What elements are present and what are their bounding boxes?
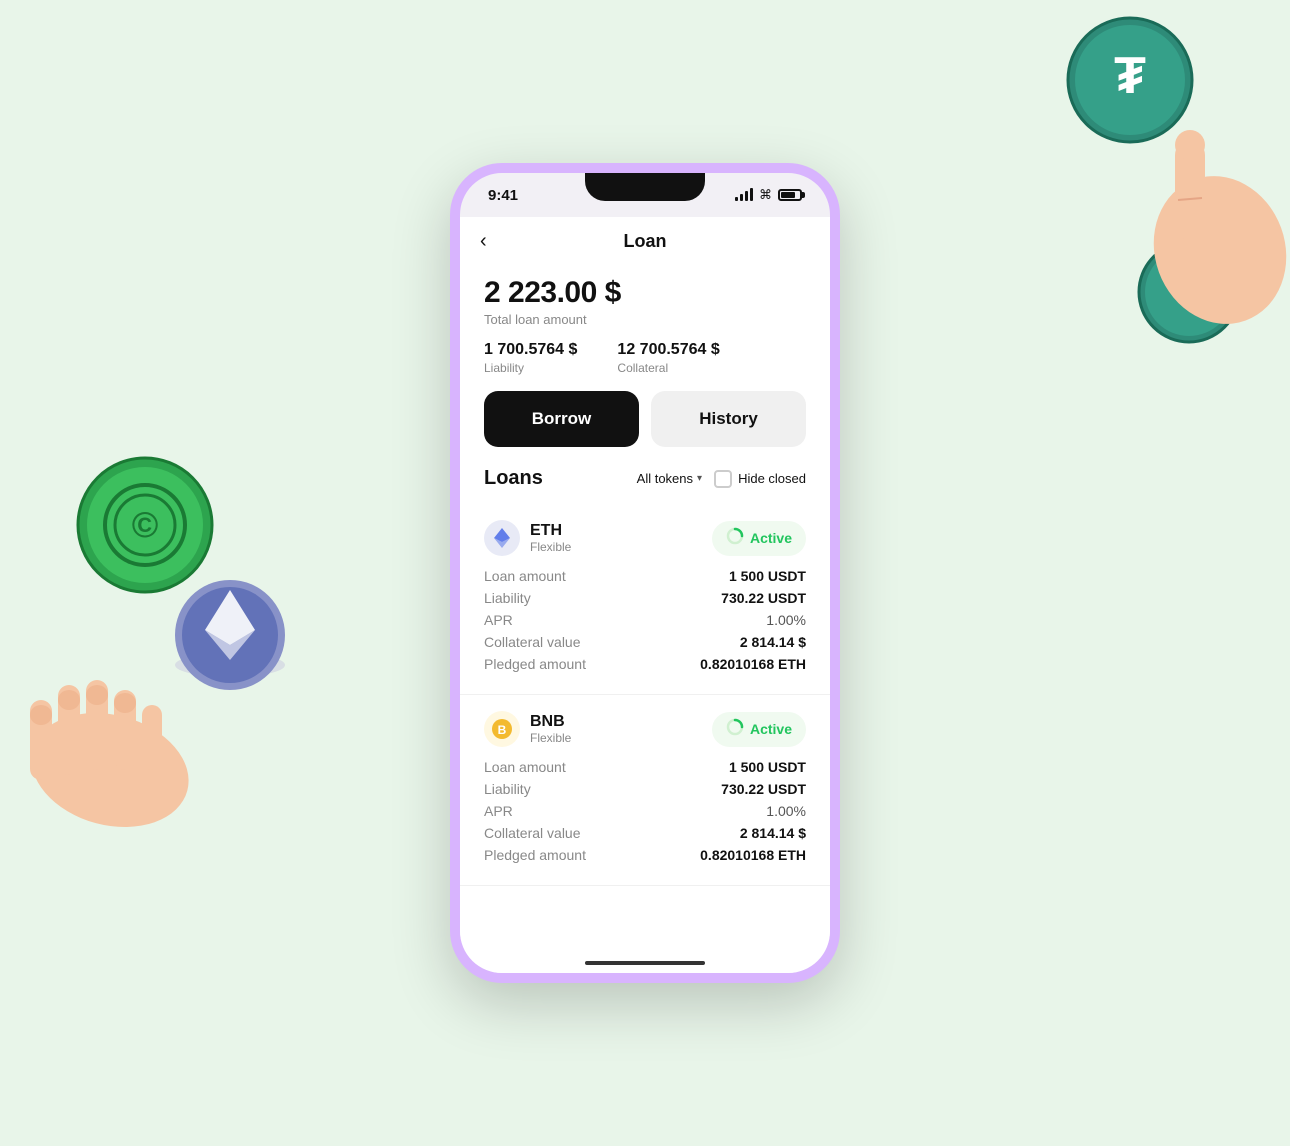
detail-row: Collateral value 2 814.14 $ [484,825,806,841]
detail-value: 730.22 USDT [721,781,806,797]
total-label: Total loan amount [484,312,806,327]
detail-key: Collateral value [484,634,581,650]
status-label: Active [750,530,792,546]
token-details: BNB Flexible [530,713,571,745]
collateral-value: 12 700.5764 $ [617,341,719,359]
history-tab[interactable]: History [651,391,806,447]
signal-icon [735,189,753,201]
token-icon [484,520,520,556]
borrow-tab[interactable]: Borrow [484,391,639,447]
liability-value: 1 700.5764 $ [484,341,577,359]
hide-closed-group: Hide closed [714,470,806,488]
detail-key: Collateral value [484,825,581,841]
loan-cards-container: ETH Flexible Active Loan amount 1 500 US… [460,504,830,886]
detail-value: 730.22 USDT [721,590,806,606]
filter-group: All tokens ▾ Hide closed [637,470,806,488]
collateral-stat: 12 700.5764 $ Collateral [617,341,719,375]
detail-row: Pledged amount 0.82010168 ETH [484,847,806,863]
phone-frame: 9:41 ⌘ ‹ Loan [450,163,840,983]
token-type: Flexible [530,731,571,745]
loan-card[interactable]: B BNB Flexible Active Loan amount 1 500 … [460,695,830,886]
detail-value: 2 814.14 $ [740,825,806,841]
wifi-icon: ⌘ [759,187,772,203]
detail-key: Liability [484,781,531,797]
token-name: BNB [530,713,571,731]
token-type: Flexible [530,540,571,554]
token-icon: B [484,711,520,747]
liability-label: Liability [484,361,577,375]
detail-key: Loan amount [484,568,566,584]
status-time: 9:41 [488,187,518,204]
detail-value: 2 814.14 $ [740,634,806,650]
detail-value: 1.00% [766,612,806,628]
svg-text:©: © [132,504,159,545]
tether-coin-top: ₮ [1065,15,1195,145]
detail-key: Loan amount [484,759,566,775]
detail-value: 0.82010168 ETH [700,656,806,672]
hide-closed-checkbox[interactable] [714,470,732,488]
token-details: ETH Flexible [530,522,571,554]
detail-row: Collateral value 2 814.14 $ [484,634,806,650]
hand-left [0,640,250,840]
all-tokens-label: All tokens [637,471,693,486]
detail-key: APR [484,803,513,819]
detail-row: APR 1.00% [484,612,806,628]
green-coin: © [75,455,215,595]
phone-wrapper: 9:41 ⌘ ‹ Loan [450,163,840,983]
detail-value: 1 500 USDT [729,759,806,775]
back-button[interactable]: ‹ [480,230,487,253]
loans-title: Loans [484,467,543,490]
screen-content: ‹ Loan 2 223.00 $ Total loan amount 1 70… [460,217,830,973]
status-spinner-icon [726,718,744,741]
eth-coin-stack [165,570,295,680]
status-spinner-icon [726,527,744,550]
detail-value: 0.82010168 ETH [700,847,806,863]
status-badge: Active [712,712,806,747]
all-tokens-button[interactable]: All tokens ▾ [637,471,702,486]
token-name: ETH [530,522,571,540]
battery-icon [778,189,802,201]
svg-text:₮: ₮ [1114,47,1146,105]
detail-key: Pledged amount [484,656,586,672]
detail-row: Liability 730.22 USDT [484,781,806,797]
detail-key: Liability [484,590,531,606]
hide-closed-label: Hide closed [738,471,806,486]
svg-text:B: B [498,723,507,737]
total-amount: 2 223.00 $ [484,276,806,310]
status-badge: Active [712,521,806,556]
loan-token-info: ETH Flexible [484,520,571,556]
svg-text:₮: ₮ [1176,266,1202,313]
loan-details: Loan amount 1 500 USDT Liability 730.22 … [484,568,806,672]
screen-title: Loan [624,231,667,252]
detail-row: Liability 730.22 USDT [484,590,806,606]
detail-row: Pledged amount 0.82010168 ETH [484,656,806,672]
phone-notch [585,173,705,201]
detail-row: APR 1.00% [484,803,806,819]
status-label: Active [750,721,792,737]
detail-row: Loan amount 1 500 USDT [484,759,806,775]
loan-token-info: B BNB Flexible [484,711,571,747]
tether-coin-mid: ₮ [1137,240,1242,345]
loan-amount-section: 2 223.00 $ Total loan amount 1 700.5764 … [460,266,830,391]
detail-value: 1.00% [766,803,806,819]
loan-card-header: B BNB Flexible Active [484,711,806,747]
loan-details: Loan amount 1 500 USDT Liability 730.22 … [484,759,806,863]
loan-card-header: ETH Flexible Active [484,520,806,556]
hand-right [1080,80,1290,340]
collateral-label: Collateral [617,361,719,375]
loan-card[interactable]: ETH Flexible Active Loan amount 1 500 US… [460,504,830,695]
detail-key: APR [484,612,513,628]
stats-row: 1 700.5764 $ Liability 12 700.5764 $ Col… [484,341,806,375]
detail-row: Loan amount 1 500 USDT [484,568,806,584]
loans-header: Loans All tokens ▾ Hide closed [460,467,830,504]
tab-row: Borrow History [460,391,830,467]
screen-header: ‹ Loan [460,217,830,266]
home-indicator [585,961,705,965]
detail-value: 1 500 USDT [729,568,806,584]
detail-key: Pledged amount [484,847,586,863]
status-icons: ⌘ [735,187,802,203]
liability-stat: 1 700.5764 $ Liability [484,341,577,375]
chevron-down-icon: ▾ [697,473,702,484]
